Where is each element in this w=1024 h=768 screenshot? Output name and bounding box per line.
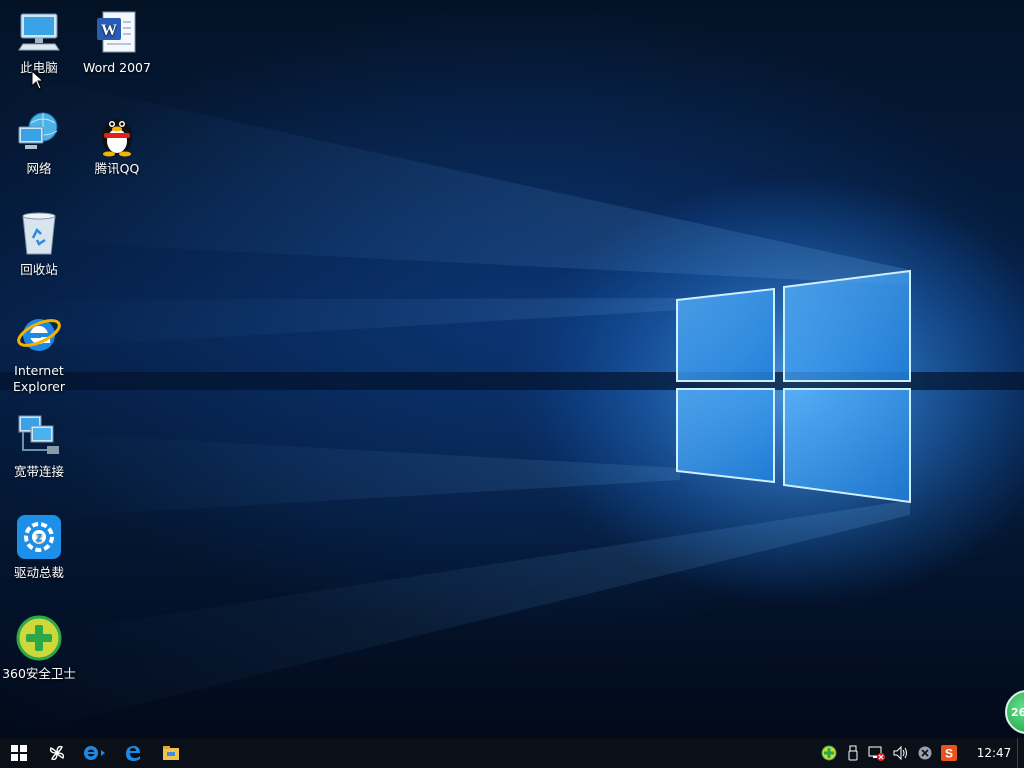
pinwheel-icon [49,745,65,761]
desktop-icon-label: Word 2007 [83,60,151,75]
qq-penguin-icon [102,119,132,157]
360-security-icon [16,615,62,661]
desktop-icon-network[interactable]: 网络 [0,109,78,177]
internet-explorer-icon [84,746,105,760]
file-explorer-icon [163,746,179,760]
tray-network-button[interactable] [865,738,889,768]
taskbar-pinwheel-button[interactable] [38,738,76,768]
desktop-icon-label: 回收站 [20,262,58,277]
desktop-icon-qq[interactable]: 腾讯QQ [78,109,156,177]
desktop-icon-label: 宽带连接 [13,464,64,479]
desktop-icon-internet-explorer[interactable]: Internet Explorer [0,311,78,395]
system-tray: S 12:47 [817,738,1024,768]
tray-360-button[interactable] [817,738,841,768]
taskbar-file-explorer-button[interactable] [152,738,190,768]
start-icon [11,745,27,761]
recycle-bin-icon [22,212,56,255]
start-button[interactable] [0,738,38,768]
desktop-icon-label: 驱动总裁 [13,565,64,580]
desktop-icon-label: 网络 [26,161,52,176]
close-circle-icon [918,746,932,760]
svg-text:S: S [945,747,953,761]
internet-explorer-icon [17,319,61,351]
svg-text:W: W [101,22,117,39]
usb-icon [848,745,858,761]
desktop-icon-driver-tool[interactable]: Z 驱动总裁 [0,513,78,581]
tray-ime-button[interactable]: S [937,738,961,768]
tray-close-circle-button[interactable] [913,738,937,768]
svg-text:Z: Z [36,533,42,544]
360-tray-icon [821,745,837,761]
desktop-icon-label: 360安全卫士 [2,666,76,681]
word-icon: W [97,11,136,53]
desktop-icon-360-security[interactable]: 360安全卫士 [0,614,78,682]
volume-icon [893,745,907,761]
taskbar-edge-button[interactable] [114,738,152,768]
taskbar-clock[interactable]: 12:47 [971,746,1017,760]
taskbar: S 12:47 [0,738,1024,768]
computer-icon [18,13,60,51]
desktop-icon-word-2007[interactable]: W Word 2007 [78,8,156,76]
tray-volume-button[interactable] [889,738,913,768]
tray-usb-button[interactable] [841,738,865,768]
desktop-icon-label: Internet Explorer [12,363,66,394]
desktop-icon-label: 腾讯QQ [94,161,140,176]
mouse-cursor-icon [31,70,45,90]
edge-icon [126,746,140,761]
desktop-icon-recycle-bin[interactable]: 回收站 [0,210,78,278]
sogou-ime-icon: S [941,745,957,761]
speed-ball-value: 26 [1011,705,1024,719]
desktop-icon-this-pc[interactable]: 此电脑 [0,8,78,76]
network-icon [18,112,58,149]
broadband-connection-icon [18,415,59,454]
taskbar-ie-button[interactable] [76,738,114,768]
show-desktop-button[interactable] [1017,738,1024,768]
network-disconnected-icon [868,746,885,761]
desktop-icon-broadband[interactable]: 宽带连接 [0,412,78,480]
driver-tool-icon: Z [17,515,61,559]
